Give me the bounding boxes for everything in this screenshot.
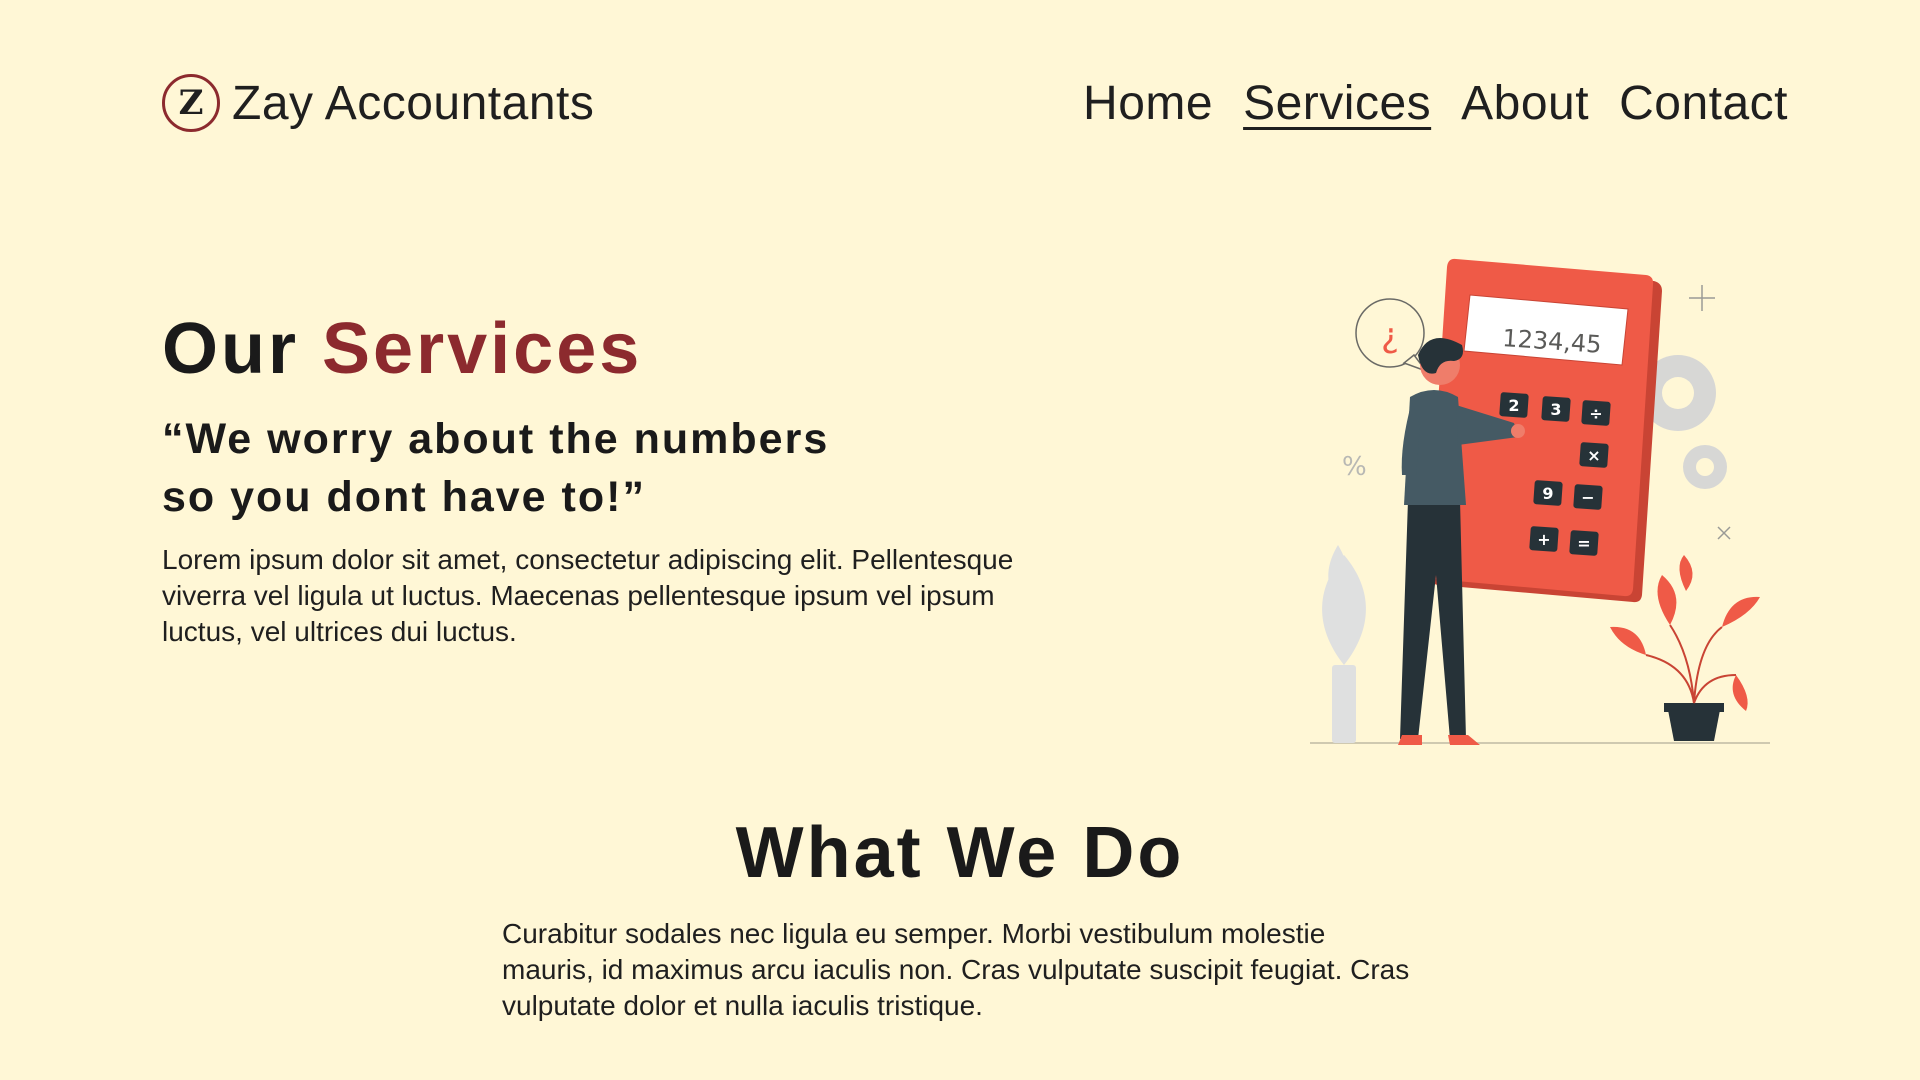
logo-icon: Z xyxy=(162,74,220,132)
tagline: “We worry about the numbers so you dont … xyxy=(162,410,982,526)
page-title: Our Services xyxy=(162,308,642,390)
svg-text:=: = xyxy=(1577,534,1590,553)
site-header: Z Zay Accountants Home Services About Co… xyxy=(162,70,1788,136)
svg-text:2: 2 xyxy=(1508,396,1519,415)
svg-text:−: − xyxy=(1581,488,1594,507)
svg-text:×: × xyxy=(1587,446,1600,465)
svg-text:3: 3 xyxy=(1550,400,1561,419)
percent-icon: % xyxy=(1342,452,1367,482)
page-title-part2: Services xyxy=(322,309,643,389)
accountant-calculator-illustration: % ¿ 1234,45 2 3 ÷ × 9 − + = xyxy=(1310,258,1770,745)
svg-text:9: 9 xyxy=(1542,484,1553,503)
svg-text:+: + xyxy=(1537,530,1550,549)
tagline-line1: “We worry about the numbers xyxy=(162,415,830,463)
section-title-what-we-do: What We Do xyxy=(735,813,1185,893)
nav-about[interactable]: About xyxy=(1461,76,1589,131)
brand-link[interactable]: Z Zay Accountants xyxy=(162,74,594,132)
speech-bubble-icon: ¿ xyxy=(1355,298,1429,373)
brand-name: Zay Accountants xyxy=(232,76,595,130)
tagline-line2: so you dont have to!” xyxy=(162,473,646,521)
speech-bubble-text: ¿ xyxy=(1381,316,1399,356)
svg-text:÷: ÷ xyxy=(1589,404,1602,423)
hero-description: Lorem ipsum dolor sit amet, consectetur … xyxy=(162,544,1014,647)
nav-services[interactable]: Services xyxy=(1243,76,1431,131)
page-title-part1: Our xyxy=(162,309,300,389)
logo-letter: Z xyxy=(178,83,204,123)
nav-contact[interactable]: Contact xyxy=(1619,76,1788,131)
main-nav: Home Services About Contact xyxy=(1083,76,1788,131)
grey-plant-icon xyxy=(1322,545,1366,743)
nav-home[interactable]: Home xyxy=(1083,76,1213,131)
section-body-what-we-do: Curabitur sodales nec ligula eu semper. … xyxy=(502,918,1410,1021)
